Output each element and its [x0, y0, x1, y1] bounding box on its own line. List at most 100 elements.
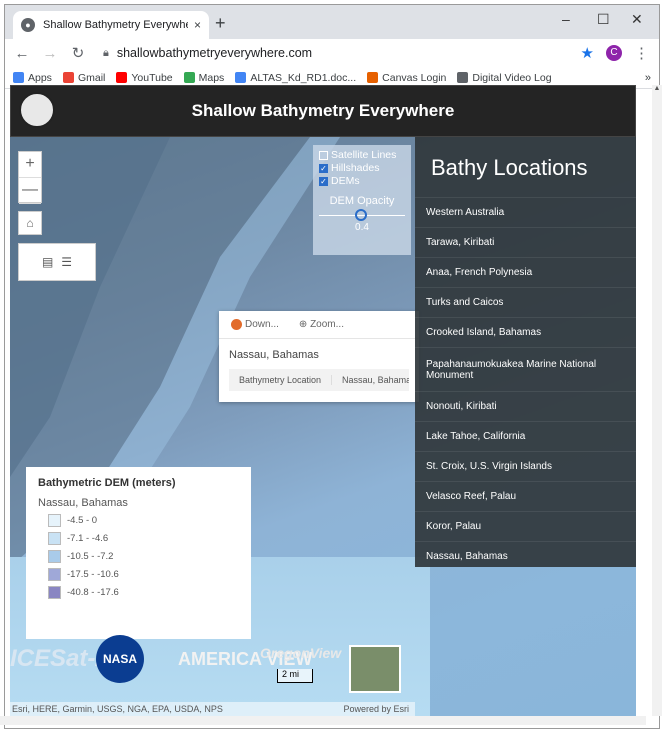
reload-icon[interactable]: ↻ [67, 44, 89, 62]
location-item-anaa[interactable]: Anaa, French Polynesia [415, 257, 636, 287]
apps-grid-icon [13, 72, 24, 83]
location-item-st-croix[interactable]: St. Croix, U.S. Virgin Islands [415, 451, 636, 481]
location-item-tarawa[interactable]: Tarawa, Kiribati [415, 227, 636, 257]
horizontal-scrollbar[interactable] [0, 716, 646, 725]
location-item-turks-caicos[interactable]: Turks and Caicos [415, 287, 636, 317]
legend-item: -10.5 - -7.2 [38, 550, 239, 563]
popup-attribute-table: Bathymetry Location Nassau, Bahamas [229, 369, 409, 391]
location-item-velasco-reef[interactable]: Velasco Reef, Palau [415, 481, 636, 511]
powered-by-esri[interactable]: Powered by Esri [343, 702, 409, 716]
legend-label: -4.5 - 0 [67, 515, 98, 526]
site-favicon-icon: ● [21, 18, 35, 32]
layer-label: Satellite Lines [331, 149, 397, 161]
home-button[interactable]: ⌂ [18, 211, 42, 235]
zoom-label: Zoom... [310, 319, 344, 330]
legend-title: Bathymetric DEM (meters) [38, 477, 176, 489]
legend-label: -10.5 - -7.2 [67, 551, 114, 562]
map-attribution: Esri, HERE, Garmin, USGS, NGA, EPA, USDA… [10, 702, 415, 716]
docs-icon [235, 72, 247, 83]
legend-item: -7.1 - -4.6 [38, 532, 239, 545]
bookmark-altas-doc[interactable]: ALTAS_Kd_RD1.doc... [235, 72, 356, 84]
profile-avatar[interactable]: C [606, 45, 622, 61]
app-header: Shallow Bathymetry Everywhere [10, 85, 636, 137]
overview-map[interactable] [349, 645, 401, 693]
legend-swatch [48, 586, 61, 599]
legend-item: -40.8 - -17.6 [38, 586, 239, 599]
location-item-koror[interactable]: Koror, Palau [415, 511, 636, 541]
close-tab-icon[interactable]: × [194, 18, 201, 32]
legend-subtitle: Nassau, Bahamas [38, 497, 128, 509]
maps-pin-icon [183, 72, 195, 83]
youtube-icon [116, 72, 128, 83]
nasa-logo: NASA [96, 635, 144, 683]
bookmark-label: Canvas Login [382, 71, 447, 84]
scroll-up-icon[interactable]: ▲ [652, 85, 662, 92]
tab-title: Shallow Bathymetry Everywhere [43, 19, 188, 31]
bookmark-label: YouTube [131, 71, 173, 84]
bookmark-digital-video-log[interactable]: Digital Video Log [457, 71, 552, 84]
layer-satellite-lines[interactable]: Satellite Lines [319, 149, 405, 161]
dem-opacity-label: DEM Opacity [329, 195, 395, 207]
zoom-out-button[interactable]: — [19, 178, 41, 204]
legend-swatch [48, 550, 61, 563]
new-tab-button[interactable]: + [215, 13, 226, 34]
legend-label: -7.1 - -4.6 [67, 533, 109, 544]
zoom-in-button[interactable]: + [19, 152, 41, 178]
vertical-scrollbar[interactable]: ▲ [652, 85, 662, 716]
download-label: Down... [245, 319, 279, 331]
icesat2-logo: ICESat-2 [10, 645, 109, 672]
canvas-icon [367, 72, 379, 83]
checkbox-icon[interactable] [319, 150, 328, 160]
layer-label: DEMs [331, 175, 360, 187]
location-item-crooked-island[interactable]: Crooked Island, Bahamas [415, 317, 636, 347]
bookmark-apps[interactable]: Apps [13, 72, 52, 84]
attribution-sources: Esri, HERE, Garmin, USGS, NGA, EPA, USDA… [12, 704, 223, 714]
browser-menu-icon[interactable]: ⋮ [634, 44, 649, 62]
checkbox-checked-icon[interactable]: ✓ [319, 176, 328, 186]
browser-tab[interactable]: ● Shallow Bathymetry Everywhere × [13, 11, 209, 39]
maximize-button[interactable]: ☐ [597, 11, 610, 28]
back-arrow-icon[interactable]: ← [11, 45, 33, 62]
more-bookmarks-icon[interactable]: » [645, 72, 651, 84]
globe-icon [457, 72, 469, 83]
bookmark-star-icon[interactable]: ★ [581, 44, 594, 62]
download-button[interactable]: Down... [231, 318, 279, 331]
layer-hillshades[interactable]: ✓ Hillshades [319, 162, 405, 174]
legend-swatch [48, 514, 61, 527]
bookmark-gmail[interactable]: Gmail [62, 72, 105, 84]
layer-list-icon[interactable]: ☰ [61, 255, 72, 269]
bookmark-label: Digital Video Log [472, 71, 552, 84]
zoom-to-button[interactable]: ⊕ Zoom... [299, 319, 344, 330]
location-item-lake-tahoe[interactable]: Lake Tahoe, California [415, 421, 636, 451]
checkbox-checked-icon[interactable]: ✓ [319, 163, 328, 173]
map-view[interactable]: + — ⌂ ▤ ☰ Satellite Lines ✓ Hillshades ✓ D… [10, 137, 636, 716]
dem-opacity-slider[interactable] [319, 209, 405, 221]
dem-opacity-value: 0.4 [355, 222, 369, 233]
slider-thumb[interactable] [355, 209, 367, 221]
address-bar[interactable]: shallowbathymetryeverywhere.com [117, 46, 581, 60]
bookmark-label: Maps [198, 71, 225, 84]
basemap-gallery-icon[interactable]: ▤ [42, 255, 53, 269]
lock-icon[interactable]: 🔒︎ [103, 47, 109, 60]
scale-bar: 2 mi [277, 669, 313, 683]
bookmark-canvas-login[interactable]: Canvas Login [367, 72, 446, 84]
layer-dems[interactable]: ✓ DEMs [319, 175, 405, 187]
download-icon [231, 318, 242, 330]
bookmark-youtube[interactable]: YouTube [116, 71, 173, 84]
map-widget-toolbar: ▤ ☰ [18, 243, 96, 281]
location-item-western-australia[interactable]: Western Australia [415, 197, 636, 227]
browser-toolbar: ← → ↻ 🔒︎ shallowbathymetryeverywhere.com… [5, 39, 659, 67]
layer-label: Hillshades [331, 162, 380, 174]
location-item-papahanaumokuakea[interactable]: Papahanaumokuakea Marine National Monume… [415, 347, 636, 391]
forward-arrow-icon[interactable]: → [39, 45, 61, 62]
minimize-button[interactable]: – [562, 11, 570, 27]
legend-swatch [48, 532, 61, 545]
location-item-nassau[interactable]: Nassau, Bahamas [415, 541, 636, 571]
gmail-icon [62, 72, 74, 83]
bookmark-maps[interactable]: Maps [183, 71, 225, 84]
close-window-button[interactable]: ✕ [631, 11, 643, 28]
feature-popup: Down... ⊕ Zoom... Nassau, Bahamas Bathym… [219, 311, 419, 402]
legend-item: -17.5 - -10.6 [38, 568, 239, 581]
bookmark-label: ALTAS_Kd_RD1.doc... [250, 71, 357, 84]
location-item-nonouti[interactable]: Nonouti, Kiribati [415, 391, 636, 421]
